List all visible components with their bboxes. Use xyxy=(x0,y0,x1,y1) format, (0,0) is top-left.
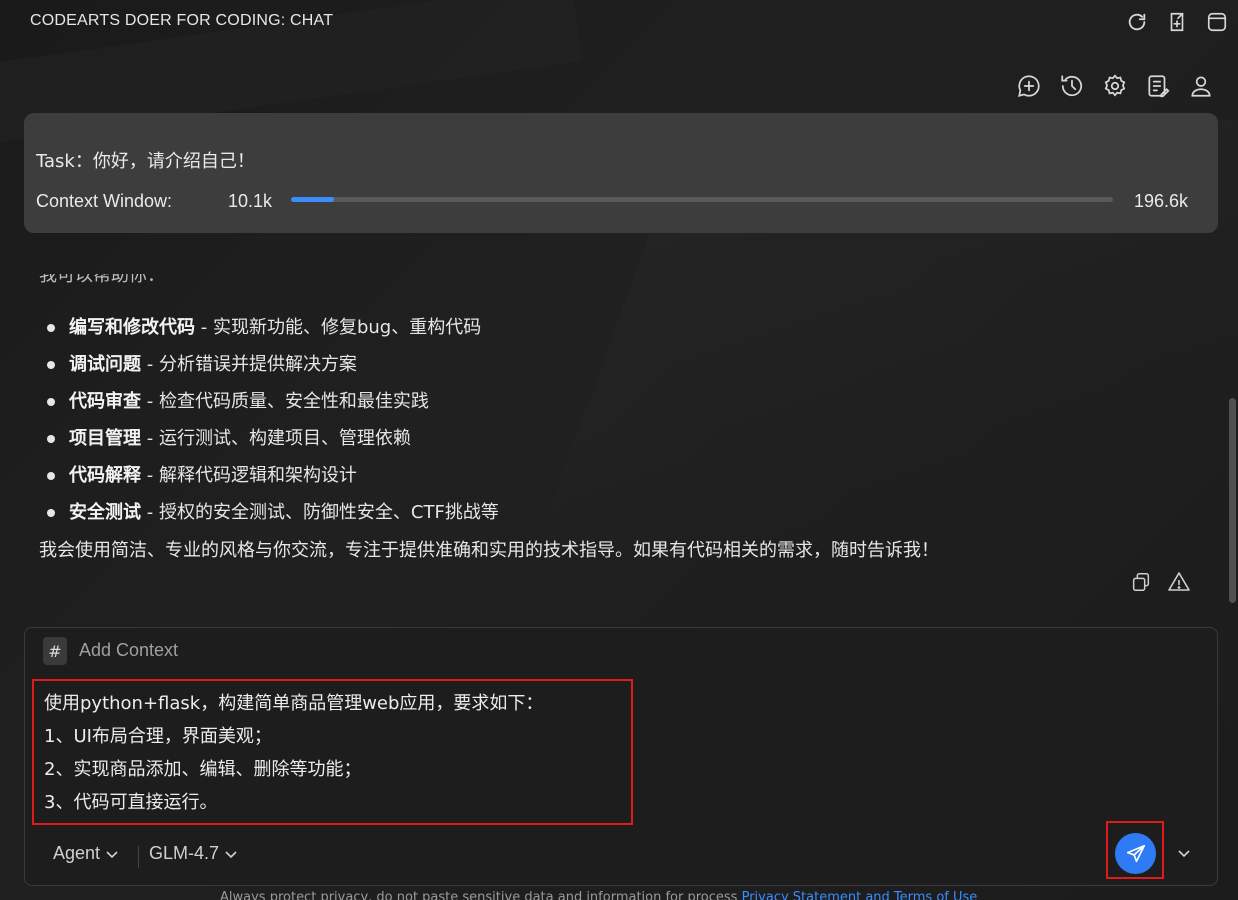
settings-icon[interactable] xyxy=(1099,70,1130,101)
add-context-hash-button[interactable]: # xyxy=(43,637,67,665)
prompt-line: 3、代码可直接运行。 xyxy=(44,792,218,813)
title-bar: CODEARTS DOER FOR CODING: CHAT xyxy=(0,0,1238,46)
privacy-footer: Always protect privacy, do not paste sen… xyxy=(220,890,977,900)
item-desc: - 检查代码质量、安全性和最佳实践 xyxy=(141,391,429,412)
item-desc: - 实现新功能、修复bug、重构代码 xyxy=(195,317,482,338)
send-options-button[interactable] xyxy=(1173,842,1195,864)
context-progress-fill xyxy=(291,197,334,202)
bullet-icon xyxy=(47,509,55,517)
task-card: Task：你好，请介绍自己！ Context Window: 10.1k 196… xyxy=(24,113,1218,233)
history-icon[interactable] xyxy=(1056,70,1087,101)
copy-icon[interactable] xyxy=(1128,569,1154,595)
list-item: 代码解释 - 解释代码逻辑和架构设计 xyxy=(44,457,499,494)
context-used: 10.1k xyxy=(228,191,273,211)
chevron-down-icon xyxy=(1178,850,1190,858)
footer-text: Always protect privacy, do not paste sen… xyxy=(220,890,742,900)
add-context-button[interactable]: Add Context xyxy=(79,640,178,661)
item-desc: - 授权的安全测试、防御性安全、CTF挑战等 xyxy=(141,502,499,523)
panel-icon[interactable] xyxy=(1204,9,1230,35)
item-title: 调试问题 xyxy=(69,354,141,375)
capability-list: 编写和修改代码 - 实现新功能、修复bug、重构代码 调试问题 - 分析错误并提… xyxy=(44,309,499,531)
chat-input-panel: # Add Context 使用python+flask，构建简单商品管理web… xyxy=(24,627,1218,886)
item-title: 代码审查 xyxy=(69,391,141,412)
app-window: CODEARTS DOER FOR CODING: CHAT Task：你好，请… xyxy=(0,0,1238,900)
assistant-closing-text: 我会使用简洁、专业的风格与你交流，专注于提供准确和实用的技术指导。如果有代码相关… xyxy=(39,540,939,561)
context-progress-bar xyxy=(291,197,1113,202)
warning-icon[interactable] xyxy=(1166,569,1192,595)
item-title: 安全测试 xyxy=(69,502,141,523)
notes-icon[interactable] xyxy=(1142,70,1173,101)
task-label: Task：你好，请介绍自己！ xyxy=(36,151,255,172)
toolbar-divider xyxy=(138,846,139,868)
mode-label: Agent xyxy=(53,843,101,863)
item-title: 代码解释 xyxy=(69,465,141,486)
message-actions xyxy=(1128,569,1192,595)
title-actions xyxy=(1124,9,1230,35)
bullet-icon xyxy=(47,435,55,443)
bullet-icon xyxy=(47,361,55,369)
list-item: 安全测试 - 授权的安全测试、防御性安全、CTF挑战等 xyxy=(44,494,499,531)
refresh-icon[interactable] xyxy=(1124,9,1150,35)
bullet-icon xyxy=(47,398,55,406)
chat-toolbar xyxy=(1013,70,1216,101)
list-item: 编写和修改代码 - 实现新功能、修复bug、重构代码 xyxy=(44,309,499,346)
item-desc: - 解释代码逻辑和架构设计 xyxy=(141,465,357,486)
chevron-down-icon xyxy=(225,850,237,858)
new-chat-icon[interactable] xyxy=(1013,70,1044,101)
account-icon[interactable] xyxy=(1185,70,1216,101)
list-item: 调试问题 - 分析错误并提供解决方案 xyxy=(44,346,499,383)
prompt-input[interactable]: 使用python+flask，构建简单商品管理web应用，要求如下： 1、UI布… xyxy=(32,679,633,825)
chat-transcript: 我可以帮助你： 编写和修改代码 - 实现新功能、修复bug、重构代码 调试问题 … xyxy=(0,233,1226,621)
model-label: GLM-4.7 xyxy=(149,843,220,863)
bullet-icon xyxy=(47,472,55,480)
context-window-label: Context Window: xyxy=(36,191,173,211)
list-item: 代码审查 - 检查代码质量、安全性和最佳实践 xyxy=(44,383,499,420)
mode-dropdown[interactable]: Agent xyxy=(53,843,120,864)
assistant-message-partial: 我可以帮助你： xyxy=(39,265,165,286)
window-title: CODEARTS DOER FOR CODING: CHAT xyxy=(30,12,334,29)
bullet-icon xyxy=(47,324,55,332)
send-icon xyxy=(1126,844,1145,862)
privacy-link[interactable]: Privacy Statement and Terms of Use xyxy=(742,890,978,900)
chat-scrollbar[interactable] xyxy=(1229,398,1236,603)
chevron-down-icon xyxy=(106,850,118,858)
model-dropdown[interactable]: GLM-4.7 xyxy=(149,843,239,864)
export-icon[interactable] xyxy=(1164,9,1190,35)
prompt-line: 2、实现商品添加、编辑、删除等功能； xyxy=(44,759,362,780)
list-item: 项目管理 - 运行测试、构建项目、管理依赖 xyxy=(44,420,499,457)
send-button[interactable] xyxy=(1115,833,1156,874)
prompt-line: 使用python+flask，构建简单商品管理web应用，要求如下： xyxy=(44,693,544,714)
item-title: 编写和修改代码 xyxy=(69,317,195,338)
context-total: 196.6k xyxy=(1133,191,1188,211)
item-desc: - 分析错误并提供解决方案 xyxy=(141,354,357,375)
item-desc: - 运行测试、构建项目、管理依赖 xyxy=(141,428,411,449)
item-title: 项目管理 xyxy=(69,428,141,449)
prompt-line: 1、UI布局合理，界面美观； xyxy=(44,726,272,747)
